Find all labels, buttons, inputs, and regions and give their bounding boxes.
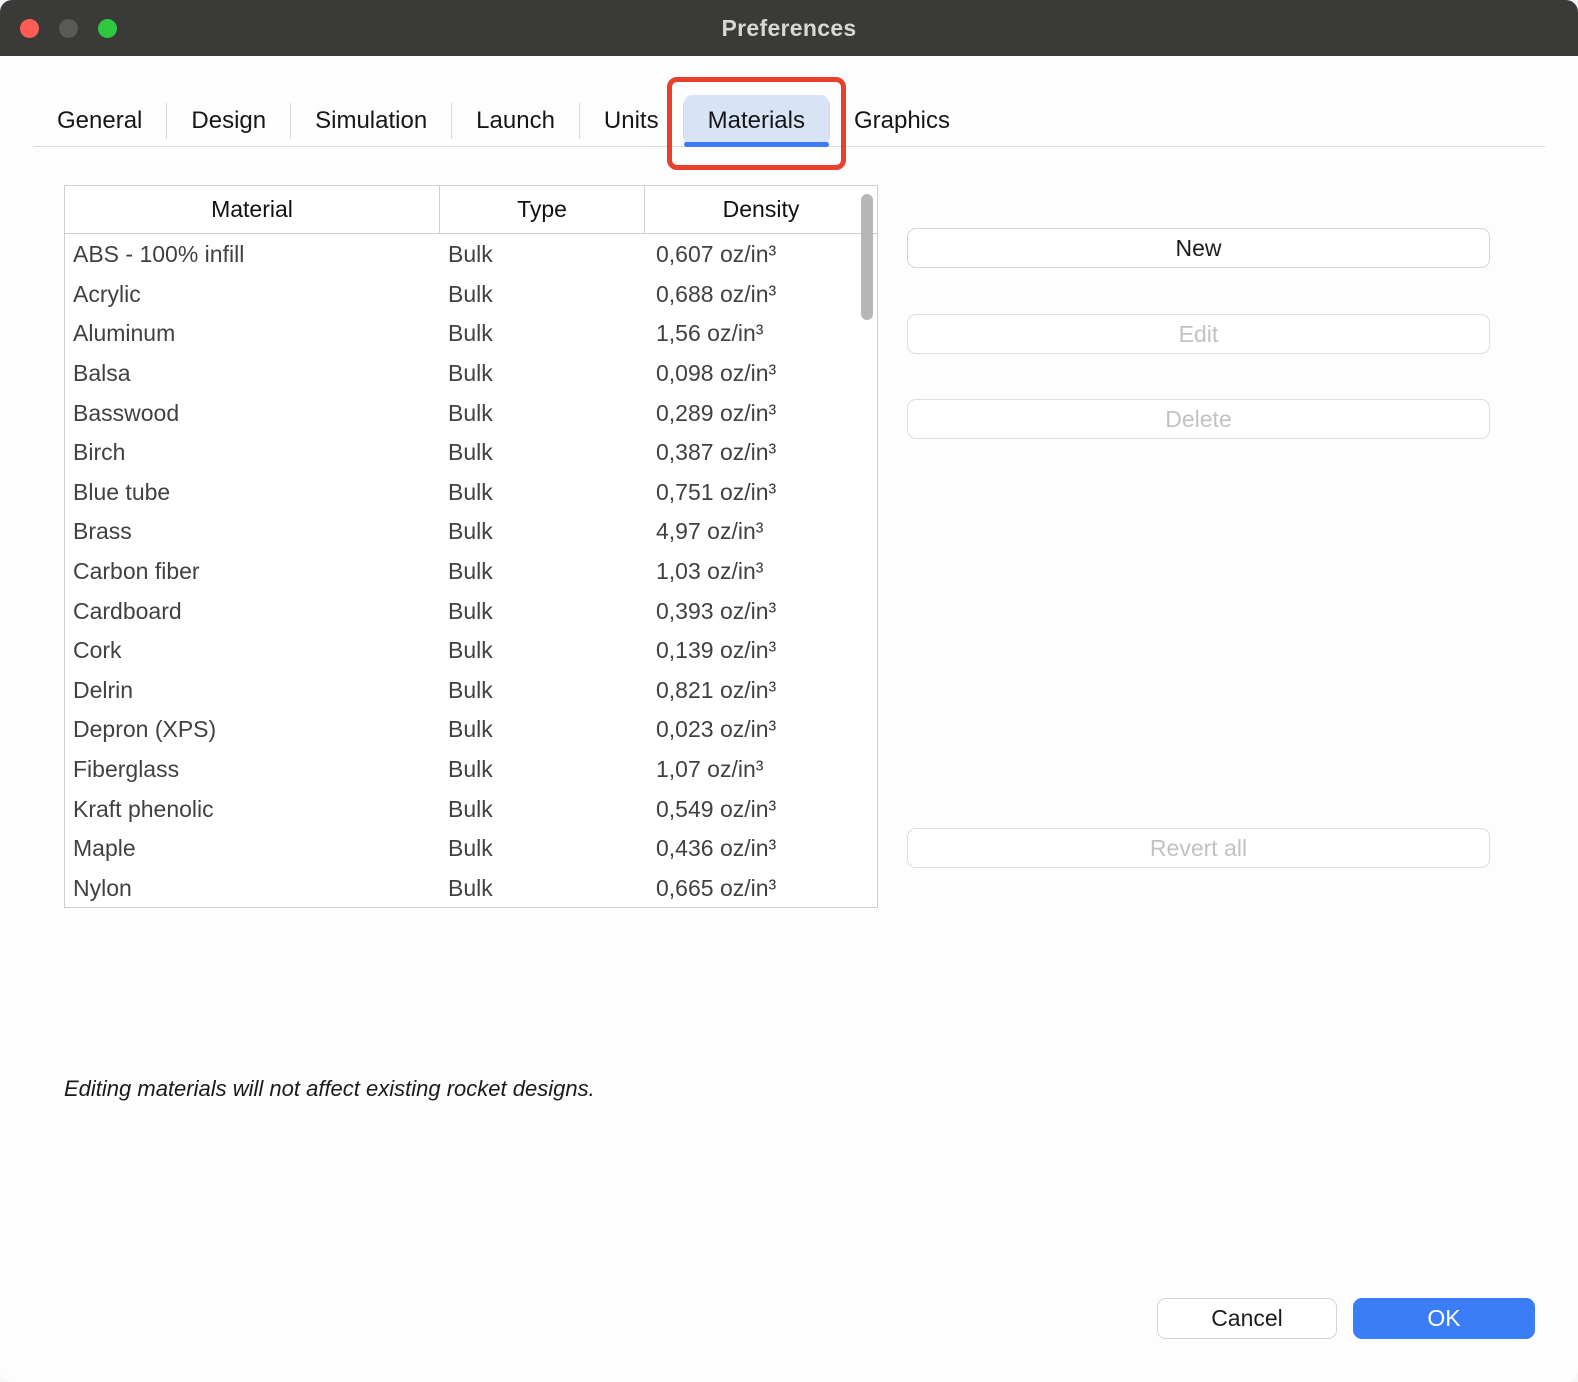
cell-type: Bulk <box>440 360 645 387</box>
cell-type: Bulk <box>440 637 645 664</box>
column-header-material[interactable]: Material <box>65 186 440 233</box>
table-row[interactable]: Depron (XPS)Bulk0,023 oz/in³ <box>65 710 877 750</box>
new-button[interactable]: New <box>907 228 1490 268</box>
cell-density: 0,139 oz/in³ <box>645 637 877 664</box>
table-row[interactable]: BrassBulk4,97 oz/in³ <box>65 512 877 552</box>
ok-button[interactable]: OK <box>1353 1298 1535 1339</box>
cell-material: Fiberglass <box>65 756 440 783</box>
zoom-icon[interactable] <box>98 19 117 38</box>
cell-density: 0,688 oz/in³ <box>645 281 877 308</box>
cell-type: Bulk <box>440 756 645 783</box>
column-header-density[interactable]: Density <box>645 186 877 233</box>
materials-table: Material Type Density ABS - 100% infillB… <box>64 185 878 908</box>
tab-general[interactable]: General <box>33 95 166 147</box>
cell-material: Blue tube <box>65 479 440 506</box>
cell-material: Acrylic <box>65 281 440 308</box>
cell-type: Bulk <box>440 439 645 466</box>
minimize-icon[interactable] <box>59 19 78 38</box>
table-row[interactable]: Kraft phenolicBulk0,549 oz/in³ <box>65 789 877 829</box>
close-icon[interactable] <box>20 19 39 38</box>
table-body: ABS - 100% infillBulk0,607 oz/in³Acrylic… <box>65 234 877 908</box>
cell-type: Bulk <box>440 875 645 902</box>
cell-type: Bulk <box>440 835 645 862</box>
table-row[interactable]: Carbon fiberBulk1,03 oz/in³ <box>65 552 877 592</box>
cell-density: 0,821 oz/in³ <box>645 677 877 704</box>
cell-type: Bulk <box>440 558 645 585</box>
cell-type: Bulk <box>440 796 645 823</box>
cell-material: Basswood <box>65 400 440 427</box>
tab-materials[interactable]: Materials <box>684 95 829 147</box>
cell-density: 1,07 oz/in³ <box>645 756 877 783</box>
tab-bar: GeneralDesignSimulationLaunchUnitsMateri… <box>33 95 974 147</box>
tab-launch[interactable]: Launch <box>452 95 579 147</box>
cell-density: 0,751 oz/in³ <box>645 479 877 506</box>
cell-material: Depron (XPS) <box>65 716 440 743</box>
cell-type: Bulk <box>440 479 645 506</box>
table-row[interactable]: Blue tubeBulk0,751 oz/in³ <box>65 473 877 513</box>
cell-density: 0,665 oz/in³ <box>645 875 877 902</box>
cell-density: 0,387 oz/in³ <box>645 439 877 466</box>
cell-density: 0,023 oz/in³ <box>645 716 877 743</box>
cell-density: 1,56 oz/in³ <box>645 320 877 347</box>
cell-density: 0,098 oz/in³ <box>645 360 877 387</box>
cell-density: 0,393 oz/in³ <box>645 598 877 625</box>
table-header: Material Type Density <box>65 186 877 234</box>
cell-density: 0,549 oz/in³ <box>645 796 877 823</box>
table-row[interactable]: CorkBulk0,139 oz/in³ <box>65 631 877 671</box>
table-row[interactable]: AcrylicBulk0,688 oz/in³ <box>65 275 877 315</box>
cancel-button[interactable]: Cancel <box>1157 1298 1337 1339</box>
tab-graphics[interactable]: Graphics <box>830 95 974 147</box>
tab-design[interactable]: Design <box>167 95 290 147</box>
cell-type: Bulk <box>440 241 645 268</box>
table-row[interactable]: CardboardBulk0,393 oz/in³ <box>65 591 877 631</box>
cell-material: Balsa <box>65 360 440 387</box>
table-row[interactable]: FiberglassBulk1,07 oz/in³ <box>65 750 877 790</box>
table-row[interactable]: ABS - 100% infillBulk0,607 oz/in³ <box>65 235 877 275</box>
cell-material: Carbon fiber <box>65 558 440 585</box>
table-row[interactable]: BasswoodBulk0,289 oz/in³ <box>65 393 877 433</box>
cell-type: Bulk <box>440 400 645 427</box>
cell-type: Bulk <box>440 598 645 625</box>
cell-type: Bulk <box>440 716 645 743</box>
delete-button[interactable]: Delete <box>907 399 1490 439</box>
window-title: Preferences <box>0 15 1578 42</box>
table-row[interactable]: MapleBulk0,436 oz/in³ <box>65 829 877 869</box>
cell-type: Bulk <box>440 320 645 347</box>
cell-type: Bulk <box>440 677 645 704</box>
table-row[interactable]: BalsaBulk0,098 oz/in³ <box>65 354 877 394</box>
cell-material: Birch <box>65 439 440 466</box>
cell-material: Kraft phenolic <box>65 796 440 823</box>
traffic-lights <box>20 0 117 56</box>
column-header-type[interactable]: Type <box>440 186 645 233</box>
cell-material: Maple <box>65 835 440 862</box>
cell-material: Delrin <box>65 677 440 704</box>
cell-material: Nylon <box>65 875 440 902</box>
cell-density: 0,607 oz/in³ <box>645 241 877 268</box>
titlebar: Preferences <box>0 0 1578 56</box>
cell-material: ABS - 100% infill <box>65 241 440 268</box>
cell-density: 0,436 oz/in³ <box>645 835 877 862</box>
tab-units[interactable]: Units <box>580 95 683 147</box>
table-row[interactable]: DelrinBulk0,821 oz/in³ <box>65 671 877 711</box>
preferences-window: Preferences GeneralDesignSimulationLaunc… <box>0 0 1578 1382</box>
revert-all-button[interactable]: Revert all <box>907 828 1490 868</box>
cell-type: Bulk <box>440 518 645 545</box>
cell-material: Brass <box>65 518 440 545</box>
cell-density: 0,289 oz/in³ <box>645 400 877 427</box>
cell-material: Cork <box>65 637 440 664</box>
cell-material: Aluminum <box>65 320 440 347</box>
table-row[interactable]: AluminumBulk1,56 oz/in³ <box>65 314 877 354</box>
cell-material: Cardboard <box>65 598 440 625</box>
cell-density: 1,03 oz/in³ <box>645 558 877 585</box>
cell-type: Bulk <box>440 281 645 308</box>
table-row[interactable]: NylonBulk0,665 oz/in³ <box>65 869 877 909</box>
materials-note: Editing materials will not affect existi… <box>64 1076 595 1102</box>
table-row[interactable]: BirchBulk0,387 oz/in³ <box>65 433 877 473</box>
cell-density: 4,97 oz/in³ <box>645 518 877 545</box>
scrollbar[interactable] <box>861 194 873 320</box>
edit-button[interactable]: Edit <box>907 314 1490 354</box>
tab-simulation[interactable]: Simulation <box>291 95 451 147</box>
